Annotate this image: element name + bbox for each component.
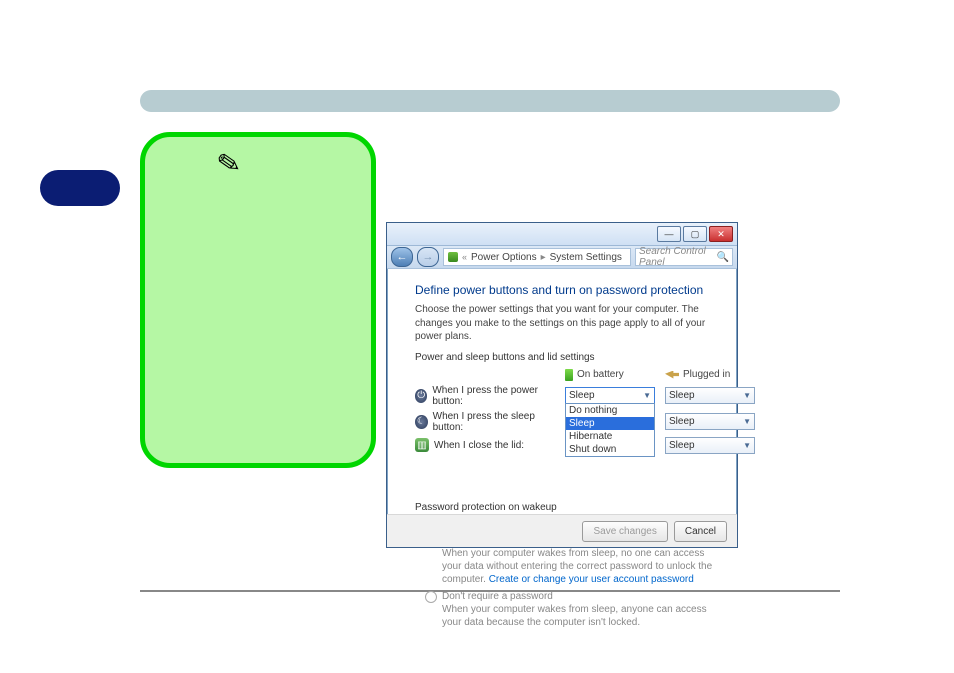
window-titlebar: — ▢ ✕ [387, 223, 737, 246]
power-button-battery-select[interactable]: Sleep▼ Do nothing Sleep Hibernate Shut d… [565, 387, 655, 404]
chevron-down-icon: ▼ [743, 391, 751, 400]
control-panel-icon [448, 252, 458, 262]
breadcrumb[interactable]: « Power Options ▸ System Settings [443, 248, 631, 266]
chevron-down-icon: ▼ [743, 441, 751, 450]
chevron-icon: « [462, 252, 467, 262]
dialog-footer: Save changes Cancel [387, 514, 737, 547]
minimize-button[interactable]: — [657, 226, 681, 242]
column-on-battery: On battery [565, 369, 655, 381]
power-button-battery-dropdown: Do nothing Sleep Hibernate Shut down [565, 403, 655, 457]
chevron-down-icon: ▼ [743, 417, 751, 426]
dropdown-option[interactable]: Do nothing [566, 404, 654, 417]
cancel-button[interactable]: Cancel [674, 521, 727, 542]
page-description: Choose the power settings that you want … [415, 303, 719, 344]
maximize-button[interactable]: ▢ [683, 226, 707, 242]
nav-back-button[interactable]: ← [391, 247, 413, 267]
option-dont-require-password: Don't require a password When your compu… [425, 590, 719, 629]
row-sleep-button: ☾When I press the sleep button: [415, 411, 555, 433]
row-power-button: ⏻When I press the power button: [415, 385, 555, 407]
chevron-right-icon: ▸ [541, 252, 546, 263]
option-title: Don't require a password [442, 590, 719, 603]
page-title: Define power buttons and turn on passwor… [415, 283, 719, 297]
search-input[interactable]: Search Control Panel 🔍 [635, 248, 733, 266]
radio-dont-require-password [425, 591, 437, 603]
create-password-link[interactable]: Create or change your user account passw… [489, 574, 694, 585]
lid-plugged-select[interactable]: Sleep▼ [665, 437, 755, 454]
save-changes-button[interactable]: Save changes [582, 521, 667, 542]
search-placeholder: Search Control Panel [639, 246, 717, 268]
option-description: When your computer wakes from sleep, any… [442, 603, 719, 629]
section-heading-buttons: Power and sleep buttons and lid settings [415, 352, 719, 363]
address-bar: ← → « Power Options ▸ System Settings Se… [387, 246, 737, 269]
option-description: When your computer wakes from sleep, no … [442, 547, 719, 586]
sleep-icon: ☾ [415, 415, 428, 429]
dropdown-option[interactable]: Sleep [566, 417, 654, 430]
decorative-green-box: ✎ [140, 132, 376, 468]
sleep-button-plugged-select[interactable]: Sleep▼ [665, 413, 755, 430]
close-button[interactable]: ✕ [709, 226, 733, 242]
search-icon: 🔍 [717, 252, 729, 263]
decorative-blue-pill [40, 170, 120, 206]
power-button-plugged-select[interactable]: Sleep▼ [665, 387, 755, 404]
chevron-down-icon: ▼ [643, 391, 651, 400]
decorative-top-bar [140, 90, 840, 112]
battery-icon [565, 369, 573, 381]
plug-icon [665, 371, 679, 379]
power-options-window: — ▢ ✕ ← → « Power Options ▸ System Setti… [386, 222, 738, 548]
pen-icon: ✎ [214, 145, 243, 182]
power-icon: ⏻ [415, 389, 427, 403]
breadcrumb-item[interactable]: Power Options [471, 252, 537, 263]
dropdown-option[interactable]: Shut down [566, 443, 654, 456]
nav-forward-button[interactable]: → [417, 247, 439, 267]
section-heading-password: Password protection on wakeup [415, 502, 719, 513]
breadcrumb-item[interactable]: System Settings [550, 252, 622, 263]
row-close-lid: ▥When I close the lid: [415, 438, 555, 452]
lid-icon: ▥ [415, 438, 429, 452]
column-plugged-in: Plugged in [665, 369, 755, 380]
dropdown-option[interactable]: Hibernate [566, 430, 654, 443]
